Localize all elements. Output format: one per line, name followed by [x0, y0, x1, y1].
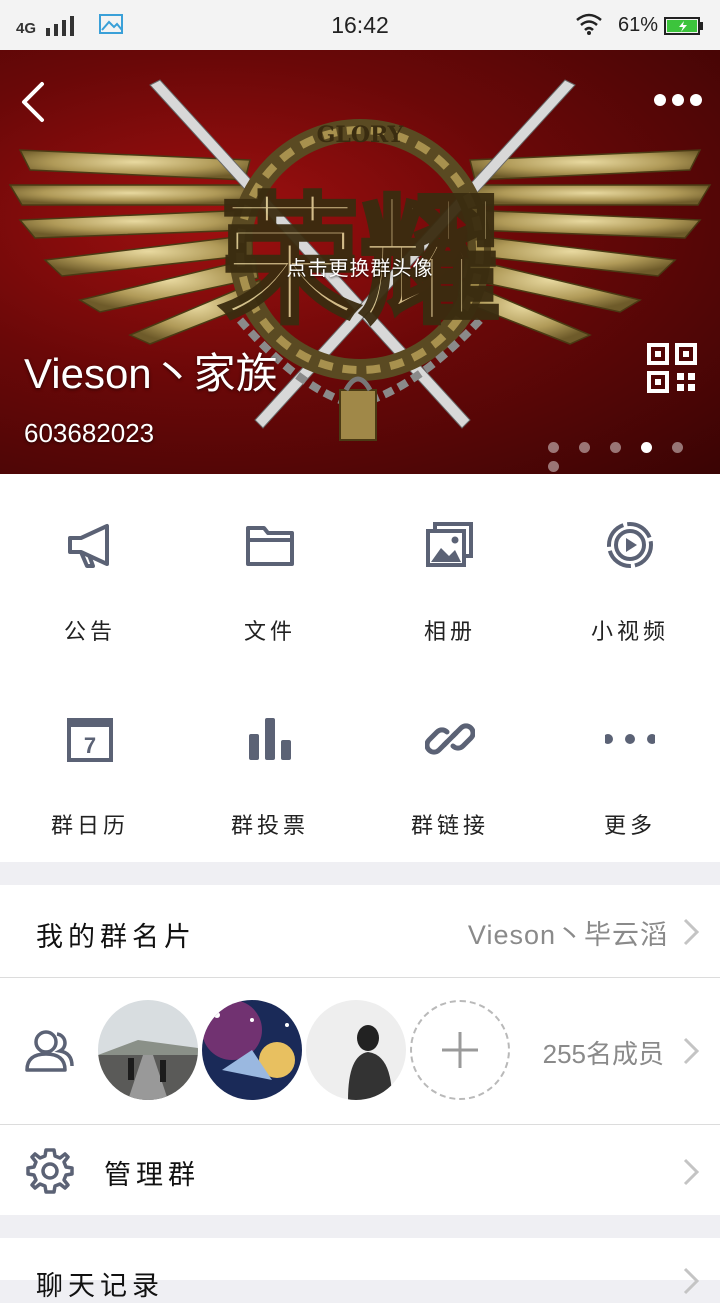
calendar-icon: 7 — [67, 718, 113, 762]
function-album[interactable]: 相册 — [360, 474, 540, 668]
photo-album-icon — [426, 522, 473, 567]
emblem-logo-text: GLORY — [317, 122, 404, 148]
qr-code-icon[interactable] — [646, 342, 698, 394]
chevron-right-icon — [683, 1037, 700, 1065]
function-label: 更多 — [603, 814, 656, 839]
function-vote[interactable]: 群投票 — [180, 668, 360, 862]
member-count: 255名成员 — [542, 1039, 664, 1069]
link-icon — [425, 723, 475, 755]
member-avatar[interactable] — [98, 1000, 198, 1100]
member-avatar[interactable] — [306, 1000, 406, 1100]
my-group-card-label: 我的群名片 — [36, 922, 196, 953]
group-header-banner[interactable]: GLORY 荣耀 点击更换群头像 Vieson丶家族 603682023 — [0, 50, 720, 474]
status-bar: 4G 16:42 61% — [0, 0, 720, 50]
chat-history-row[interactable]: 聊天记录 — [0, 1238, 720, 1302]
function-label: 群投票 — [230, 814, 309, 839]
gear-icon — [26, 1148, 74, 1194]
manage-group-row[interactable]: 管理群 — [0, 1125, 720, 1215]
svg-text:7: 7 — [84, 733, 96, 758]
page-dot — [548, 442, 559, 453]
page-dot — [548, 461, 559, 472]
function-more[interactable]: 更多 — [540, 668, 720, 862]
more-dots-icon — [605, 734, 655, 744]
page-dot — [579, 442, 591, 453]
add-member-button[interactable] — [410, 1000, 510, 1100]
function-label: 群日历 — [50, 814, 129, 839]
function-label: 小视频 — [590, 620, 669, 645]
function-label: 公告 — [63, 620, 116, 645]
chevron-right-icon — [683, 1267, 700, 1295]
megaphone-icon — [68, 524, 109, 568]
function-label: 群链接 — [410, 814, 489, 839]
page-dot-active — [641, 442, 653, 453]
bar-chart-icon — [249, 718, 291, 760]
back-button[interactable] — [14, 78, 54, 126]
video-play-icon — [607, 522, 653, 568]
group-name: Vieson丶家族 — [24, 350, 278, 397]
banner-page-indicator — [548, 438, 720, 474]
group-id: 603682023 — [24, 418, 155, 448]
folder-icon — [246, 526, 294, 566]
function-label: 相册 — [423, 620, 476, 645]
group-function-grid: 公告 文件 相册 小视频 7 群日历 群投票 群链接 更多 — [0, 474, 720, 862]
my-group-card-value: Vieson丶毕云滔 — [467, 920, 668, 950]
chevron-right-icon — [683, 918, 700, 946]
more-options-button[interactable] — [650, 90, 706, 110]
battery-icon — [664, 17, 703, 35]
function-link[interactable]: 群链接 — [360, 668, 540, 862]
function-label: 文件 — [243, 620, 296, 645]
change-avatar-hint[interactable]: 点击更换群头像 — [0, 252, 720, 281]
plus-icon — [442, 1032, 478, 1068]
wifi-icon — [576, 13, 602, 35]
chat-history-label: 聊天记录 — [36, 1271, 164, 1302]
my-group-card-row[interactable]: 我的群名片 Vieson丶毕云滔 — [0, 885, 720, 978]
clock: 16:42 — [331, 12, 389, 38]
manage-group-label: 管理群 — [104, 1160, 200, 1191]
function-announcement[interactable]: 公告 — [0, 474, 180, 668]
chevron-right-icon — [683, 1158, 700, 1186]
function-short-video[interactable]: 小视频 — [540, 474, 720, 668]
battery-percent: 61% — [618, 14, 659, 36]
page-dot — [672, 442, 684, 453]
page-dot — [610, 442, 622, 453]
function-calendar[interactable]: 7 群日历 — [0, 668, 180, 862]
function-files[interactable]: 文件 — [180, 474, 360, 668]
members-icon — [25, 1030, 74, 1072]
group-members-row[interactable]: 255名成员 — [0, 978, 720, 1125]
member-avatar[interactable] — [202, 1000, 302, 1100]
